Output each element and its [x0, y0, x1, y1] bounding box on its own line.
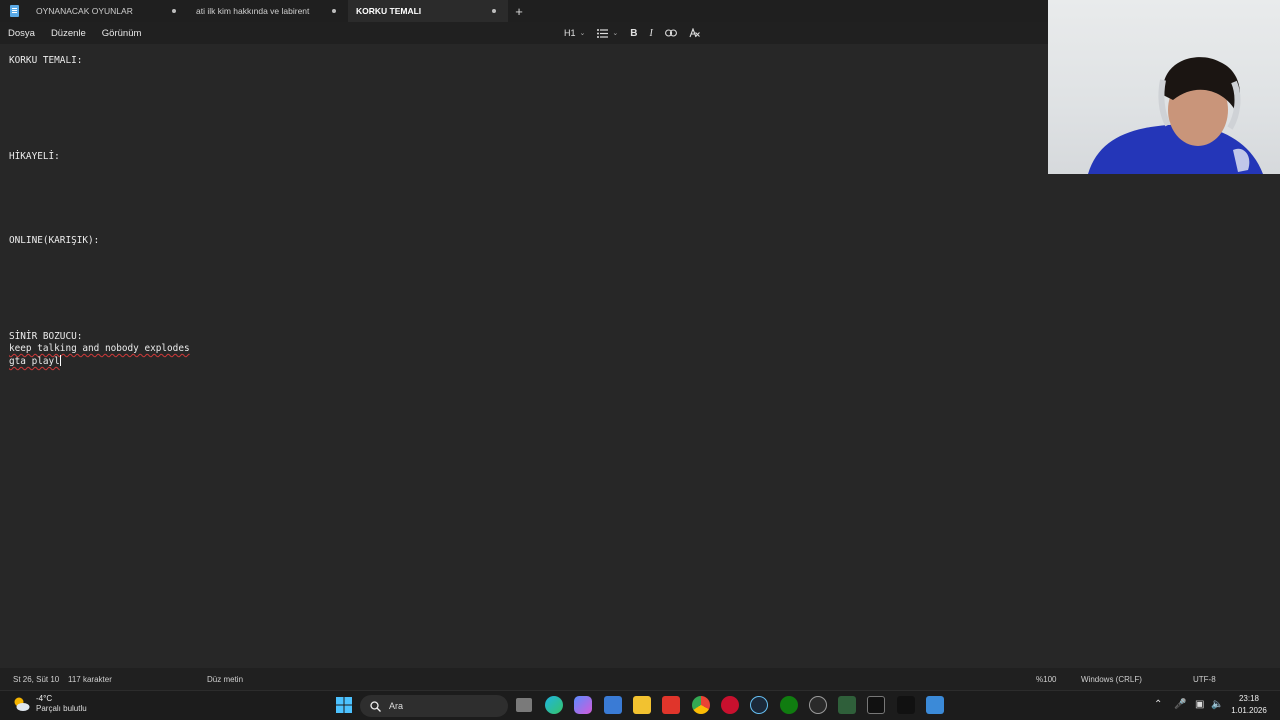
xbox-icon[interactable] [780, 696, 798, 714]
search-placeholder: Ara [389, 701, 404, 711]
list-dropdown[interactable]: ⌄ [593, 24, 622, 42]
italic-button[interactable]: I [646, 24, 657, 42]
editor-line: KORKU TEMALI: [9, 55, 83, 66]
volume-icon[interactable]: 🔈 [1211, 699, 1223, 710]
tab-korku-temali[interactable]: KORKU TEMALI [348, 0, 508, 22]
chevron-down-icon: ⌄ [579, 30, 586, 37]
weather-condition: Parçalı bulutlu [36, 704, 87, 713]
editor-line: HİKAYELİ: [9, 151, 60, 162]
zoom-level[interactable]: %100 [1036, 675, 1056, 684]
clear-formatting-icon [689, 28, 700, 38]
copilot-icon[interactable] [574, 696, 592, 714]
task-view-icon[interactable] [516, 698, 532, 712]
link-button[interactable] [661, 24, 681, 42]
windows-start-icon[interactable] [335, 696, 353, 714]
notepad-app-icon [0, 0, 28, 22]
bold-button[interactable]: B [626, 24, 641, 42]
italic-label: I [649, 27, 653, 39]
menu-dosya[interactable]: Dosya [0, 28, 43, 39]
text-caret [59, 355, 61, 366]
clock-time: 23:18 [1238, 694, 1260, 703]
tab-label: OYNANACAK OYUNLAR [36, 6, 133, 16]
heading-label: H1 [564, 28, 576, 38]
text-format[interactable]: Düz metin [207, 675, 243, 684]
clear-formatting-button[interactable] [685, 24, 704, 42]
wps-office-icon[interactable] [662, 696, 680, 714]
clock-date: 1.01.2026 [1231, 706, 1267, 715]
unsaved-dot-icon [332, 9, 336, 13]
editor-line-text: gta playl [9, 356, 60, 367]
cursor-position: St 26, Süt 10 [13, 675, 60, 684]
edge-icon[interactable] [545, 696, 563, 714]
bold-label: B [630, 27, 638, 39]
editor-line: ONLINE(KARIŞIK): [9, 235, 100, 246]
app-red-icon[interactable] [721, 696, 739, 714]
tab-label: ati ilk kim hakkında ve labirent [196, 6, 310, 16]
notepad-taskbar-icon[interactable] [926, 696, 944, 714]
encoding[interactable]: UTF-8 [1193, 675, 1216, 684]
epic-games-icon[interactable] [867, 696, 885, 714]
microphone-icon[interactable]: 🎤 [1174, 699, 1186, 710]
bulleted-list-icon [597, 28, 609, 38]
webcam-person-image [1088, 57, 1263, 174]
chevron-up-icon[interactable]: ⌃ [1154, 699, 1162, 710]
ubisoft-app-icon[interactable] [897, 696, 915, 714]
editor-line-current: gta playl [9, 355, 61, 367]
tab-oynanacak-oyunlar[interactable]: OYNANACAK OYUNLAR [28, 0, 188, 22]
store-icon[interactable] [604, 696, 622, 714]
system-clock[interactable]: 23:18 1.01.2026 [1226, 693, 1272, 717]
ea-app-icon[interactable] [809, 696, 827, 714]
weather-widget[interactable]: -4°C Parçalı bulutlu [12, 694, 87, 713]
chevron-down-icon: ⌄ [612, 30, 619, 37]
weather-temperature: -4°C [36, 694, 53, 703]
character-count: 117 karakter [68, 675, 112, 684]
editor-line: keep talking and nobody explodes [9, 343, 190, 354]
windows-taskbar: -4°C Parçalı bulutlu Ara ⌃ 🎤 ▣ 🔈 23:18 1… [0, 690, 1280, 720]
tab-label: KORKU TEMALI [356, 6, 422, 16]
game-launcher-icon[interactable] [838, 696, 856, 714]
unsaved-dot-icon [172, 9, 176, 13]
network-icon[interactable]: ▣ [1195, 699, 1204, 710]
webcam-overlay [1048, 0, 1280, 174]
editor-line: SİNİR BOZUCU: [9, 331, 83, 342]
taskbar-search[interactable]: Ara [360, 695, 508, 717]
line-ending[interactable]: Windows (CRLF) [1081, 675, 1142, 684]
steam-icon[interactable] [750, 696, 768, 714]
heading-dropdown[interactable]: H1 ⌄ [560, 24, 589, 42]
link-icon [664, 29, 677, 37]
file-explorer-icon[interactable] [633, 696, 651, 714]
menu-gorunum[interactable]: Görünüm [94, 28, 150, 39]
partly-cloudy-icon [14, 697, 30, 711]
status-bar: St 26, Süt 10 117 karakter Düz metin %10… [0, 668, 1280, 690]
new-tab-button[interactable]: + [508, 0, 530, 22]
tab-ati-ilk-kim[interactable]: ati ilk kim hakkında ve labirent [188, 0, 348, 22]
search-icon [370, 700, 381, 712]
chrome-icon[interactable] [692, 696, 710, 714]
unsaved-dot-icon [492, 9, 496, 13]
format-toolbar: H1 ⌄ ⌄ B I [560, 22, 704, 44]
menu-duzenle[interactable]: Düzenle [43, 28, 94, 39]
